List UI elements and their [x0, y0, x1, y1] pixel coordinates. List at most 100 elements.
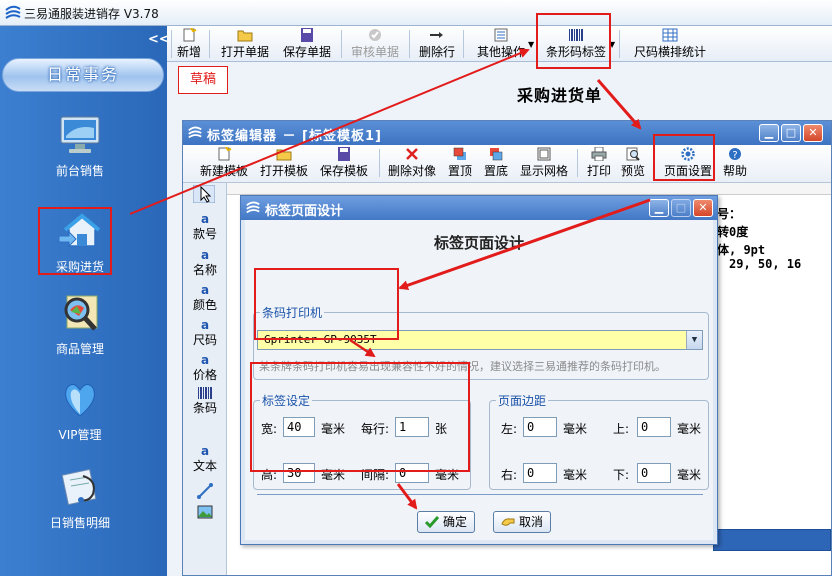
horizontal-ruler [227, 183, 831, 195]
sidebar-item-vip[interactable]: VIP管理 [20, 378, 140, 450]
property-value: 号： [717, 207, 742, 221]
sidebar-item-front-sales[interactable]: 前台销售 [20, 114, 140, 186]
field-tool-size[interactable]: a 尺码 [189, 319, 221, 348]
minimize-button[interactable]: ▁ [759, 124, 779, 142]
vip-heart-icon [65, 384, 95, 417]
top-margin-label: 上: [613, 422, 630, 436]
other-operations-dropdown-icon[interactable]: ▼ [528, 40, 534, 49]
close-button[interactable]: ✕ [803, 124, 823, 142]
app-title-bar: 三易通服装进销存 V3.78 [0, 0, 832, 26]
grid-icon [537, 147, 551, 161]
right-margin-unit: 毫米 [563, 468, 588, 482]
maximize-button[interactable]: □ [671, 199, 691, 217]
delete-x-icon [406, 148, 418, 160]
ok-button[interactable]: 确定 [417, 511, 475, 533]
properties-scroll-area[interactable] [713, 529, 831, 551]
barcode-label-highlight-box [536, 13, 611, 69]
send-to-back-icon [490, 148, 503, 161]
delete-object-button[interactable]: 删除对像 [385, 147, 439, 179]
label-editor-title-bar: 标签编辑器 － [标签模板1] ▁ □ ✕ [183, 121, 831, 145]
purchase-order-annotation: 采购进货单 [517, 86, 603, 105]
save-template-button[interactable]: 保存模板 [317, 147, 371, 179]
label-settings-highlight-box [250, 362, 470, 472]
preview-button[interactable]: 预览 [619, 147, 647, 179]
text-a-icon: a [200, 444, 210, 458]
folder-open-icon [237, 30, 253, 42]
grid-table-icon [662, 28, 678, 42]
printer-icon [591, 147, 607, 161]
maximize-button[interactable]: □ [781, 124, 801, 142]
sidebar: << 日常事务 前台销售 采购进货 商品管理 VIP管理 日销售明细 [0, 26, 170, 576]
bottom-margin-input[interactable]: 0 [637, 463, 671, 483]
left-margin-unit: 毫米 [563, 422, 588, 436]
size-stats-button[interactable]: 尺码横排统计 [633, 28, 707, 60]
label-editor-title: 标签编辑器 － [标签模板1] [207, 129, 382, 144]
stethoscope-report-icon [61, 468, 97, 506]
approve-document-button[interactable]: 审核单据 [347, 28, 403, 60]
app-logo-icon [188, 126, 202, 139]
field-tool-text[interactable]: a 文本 [189, 445, 221, 474]
help-button[interactable]: ? 帮助 [721, 147, 749, 179]
field-tool-barcode[interactable]: 条码 [189, 387, 221, 416]
page-margin-group: 页面边距 [489, 392, 709, 490]
dialog-heading: 标签页面设计 [433, 234, 524, 252]
dialog-title: 标签页面设计 [265, 204, 344, 219]
top-margin-input[interactable]: 0 [637, 417, 671, 437]
cancel-hand-icon [501, 518, 515, 526]
text-a-icon: a [200, 212, 210, 226]
field-tool-style-no[interactable]: a 款号 [189, 213, 221, 242]
sidebar-item-daily-sales[interactable]: 日销售明细 [20, 466, 140, 538]
app-logo-icon [246, 201, 260, 214]
object-properties-panel: 号： 转0度 体, 9pt 29, 50, 16 [713, 197, 831, 397]
magnifier-map-icon [64, 295, 98, 331]
show-grid-button[interactable]: 显示网格 [517, 147, 571, 179]
approve-check-icon [369, 29, 381, 41]
field-tool-name[interactable]: a 名称 [189, 249, 221, 278]
floppy-disk-icon [301, 28, 313, 42]
printer-highlight-box [254, 268, 399, 340]
chevron-down-icon[interactable]: ▼ [686, 331, 702, 349]
app-title: 三易通服装进销存 V3.78 [24, 7, 159, 21]
sidebar-item-label: 日销售明细 [49, 516, 110, 530]
print-button[interactable]: 打印 [585, 147, 613, 179]
sidebar-item-products[interactable]: 商品管理 [20, 292, 140, 364]
new-document-icon [218, 147, 232, 161]
bottom-margin-unit: 毫米 [677, 468, 702, 482]
new-document-icon [183, 28, 197, 42]
other-operations-button[interactable]: 其他操作 [471, 28, 531, 60]
floppy-disk-icon [338, 147, 350, 161]
right-margin-label: 右: [501, 468, 518, 482]
page-setup-dialog-title-bar: 标签页面设计 ▁ □ ✕ [241, 196, 717, 220]
open-document-button[interactable]: 打开单据 [217, 28, 273, 60]
text-a-icon: a [200, 248, 210, 262]
left-margin-input[interactable]: 0 [523, 417, 557, 437]
cancel-button[interactable]: 取消 [493, 511, 551, 533]
top-margin-unit: 毫米 [677, 422, 702, 436]
minimize-button[interactable]: ▁ [649, 199, 669, 217]
bring-to-top-button[interactable]: 置顶 [445, 147, 475, 179]
image-tool-icon[interactable] [197, 505, 213, 519]
app-logo-icon [5, 5, 21, 19]
save-document-button[interactable]: 保存单据 [279, 28, 335, 60]
new-button[interactable]: 新增 [175, 28, 203, 60]
close-button[interactable]: ✕ [693, 199, 713, 217]
sidebar-item-label: 前台销售 [55, 164, 104, 178]
pointer-tool-icon[interactable] [193, 185, 215, 203]
line-tool-icon[interactable] [197, 483, 213, 499]
field-tool-price[interactable]: a 价格 [189, 354, 221, 383]
right-margin-input[interactable]: 0 [523, 463, 557, 483]
left-margin-label: 左: [501, 422, 518, 436]
main-toolbar: 新增 打开单据 保存单据 审核单据 删除行 其他操作 ▼ 条形码标签 ▼ 尺码横… [167, 26, 832, 62]
group-title: 页面边距 [496, 392, 549, 409]
field-tool-color[interactable]: a 颜色 [189, 284, 221, 313]
text-a-icon: a [200, 353, 210, 367]
purchase-highlight-box [38, 207, 112, 275]
new-template-button[interactable]: 新建模板 [197, 147, 251, 179]
help-question-icon: ? [729, 148, 741, 161]
sidebar-header: 日常事务 [2, 58, 164, 92]
open-template-button[interactable]: 打开模板 [257, 147, 311, 179]
label-editor-toolbar: 新建模板 打开模板 保存模板 删除对像 置顶 置底 显示网格 打印 预览 页面设… [183, 145, 831, 183]
send-to-bottom-button[interactable]: 置底 [481, 147, 511, 179]
text-a-icon: a [200, 283, 210, 297]
delete-row-button[interactable]: 删除行 [417, 28, 457, 60]
